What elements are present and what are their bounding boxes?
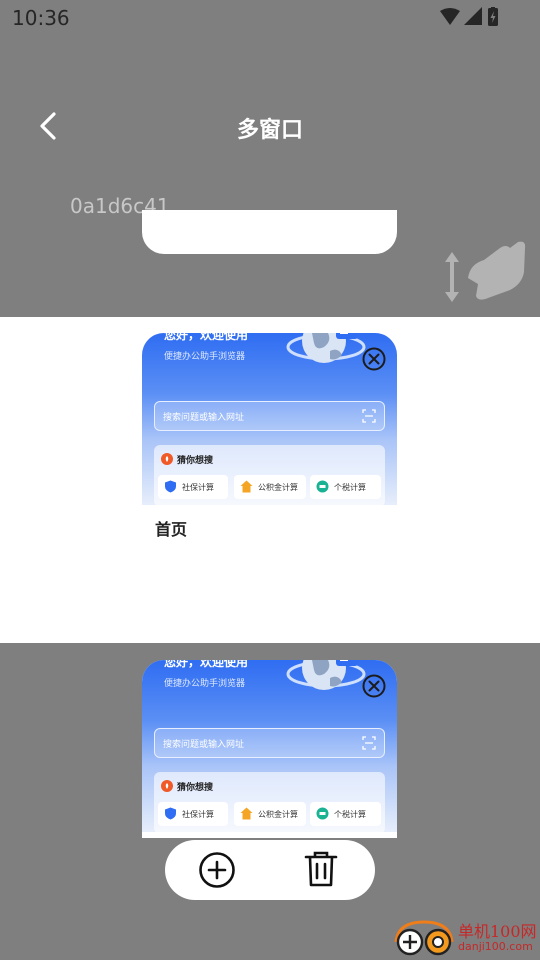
preview-search-placeholder: 搜索问题或输入网址 — [163, 413, 245, 423]
preview-search-placeholder: 搜索问题或输入网址 — [163, 740, 245, 750]
scan-icon — [362, 736, 376, 750]
window-label: 首页 — [155, 520, 188, 539]
preview-greeting: 您好，欢迎使用 — [164, 333, 249, 342]
preview-chip: 公积金计算 — [234, 475, 306, 499]
tax-icon — [316, 480, 329, 493]
wifi-icon — [440, 8, 460, 25]
bottom-action-bar — [165, 840, 375, 900]
preview-search-field: 搜索问题或输入网址 — [154, 728, 385, 758]
signal-icon — [464, 7, 482, 25]
app-header: 多窗口 — [0, 96, 540, 158]
preview-chip-label: 社保计算 — [182, 483, 214, 492]
preview-suggest-title: 猜你想搜 — [177, 456, 214, 466]
watermark-url: danji100.com — [458, 940, 533, 953]
house-icon — [240, 807, 253, 820]
page-title: 多窗口 — [236, 118, 303, 143]
preview-subtitle: 便捷办公助手浏览器 — [164, 679, 246, 689]
preview-chip-label: 公积金计算 — [258, 483, 298, 492]
preview-chip: 公积金计算 — [234, 802, 306, 826]
fire-icon — [161, 780, 173, 792]
shield-icon — [165, 807, 176, 820]
preview-chip: 个税计算 — [310, 475, 381, 499]
tax-icon — [316, 807, 329, 820]
house-icon — [240, 480, 253, 493]
watermark: 单机100网 danji100.com — [392, 916, 540, 960]
preview-subtitle: 便捷办公助手浏览器 — [164, 352, 246, 362]
battery-icon — [488, 7, 498, 26]
scan-icon — [362, 409, 376, 423]
preview-greeting: 您好，欢迎使用 — [164, 660, 249, 669]
preview-chip-label: 个税计算 — [334, 810, 366, 819]
preview-chip-label: 社保计算 — [182, 810, 214, 819]
window-preview: 您好，欢迎使用 便捷办公助手浏览器 搜索问题或输入网址 猜你想搜 社保计算 公积… — [142, 333, 397, 505]
close-icon[interactable] — [362, 674, 386, 698]
status-time: 10:36 — [12, 6, 70, 30]
preview-chip: 社保计算 — [158, 802, 228, 826]
watermark-logo-icon — [394, 920, 454, 956]
preview-chip-label: 公积金计算 — [258, 810, 298, 819]
watermark-text: 单机100网 — [458, 922, 537, 941]
preview-search-field: 搜索问题或输入网址 — [154, 401, 385, 431]
preview-suggest-title: 猜你想搜 — [177, 783, 214, 793]
preview-chip-label: 个税计算 — [334, 483, 366, 492]
trash-icon[interactable] — [301, 849, 341, 889]
preview-suggest-panel: 猜你想搜 社保计算 公积金计算 个税计算 — [154, 772, 385, 832]
close-icon[interactable] — [362, 347, 386, 371]
status-icons — [440, 7, 500, 29]
window-card[interactable]: 您好，欢迎使用 便捷办公助手浏览器 搜索问题或输入网址 猜你想搜 社保计算 公积… — [142, 660, 397, 838]
preview-suggest-panel: 猜你想搜 社保计算 公积金计算 个税计算 — [154, 445, 385, 505]
preview-chip: 社保计算 — [158, 475, 228, 499]
preview-chip: 个税计算 — [310, 802, 381, 826]
fire-icon — [161, 453, 173, 465]
drag-hand-icon — [445, 241, 526, 302]
window-card-partial[interactable] — [142, 210, 397, 254]
window-card[interactable]: 您好，欢迎使用 便捷办公助手浏览器 搜索问题或输入网址 猜你想搜 社保计算 公积… — [142, 333, 397, 585]
status-bar: 10:36 — [0, 0, 540, 36]
shield-icon — [165, 480, 176, 493]
add-circle-icon[interactable] — [197, 850, 237, 890]
window-preview: 您好，欢迎使用 便捷办公助手浏览器 搜索问题或输入网址 猜你想搜 社保计算 公积… — [142, 660, 397, 832]
